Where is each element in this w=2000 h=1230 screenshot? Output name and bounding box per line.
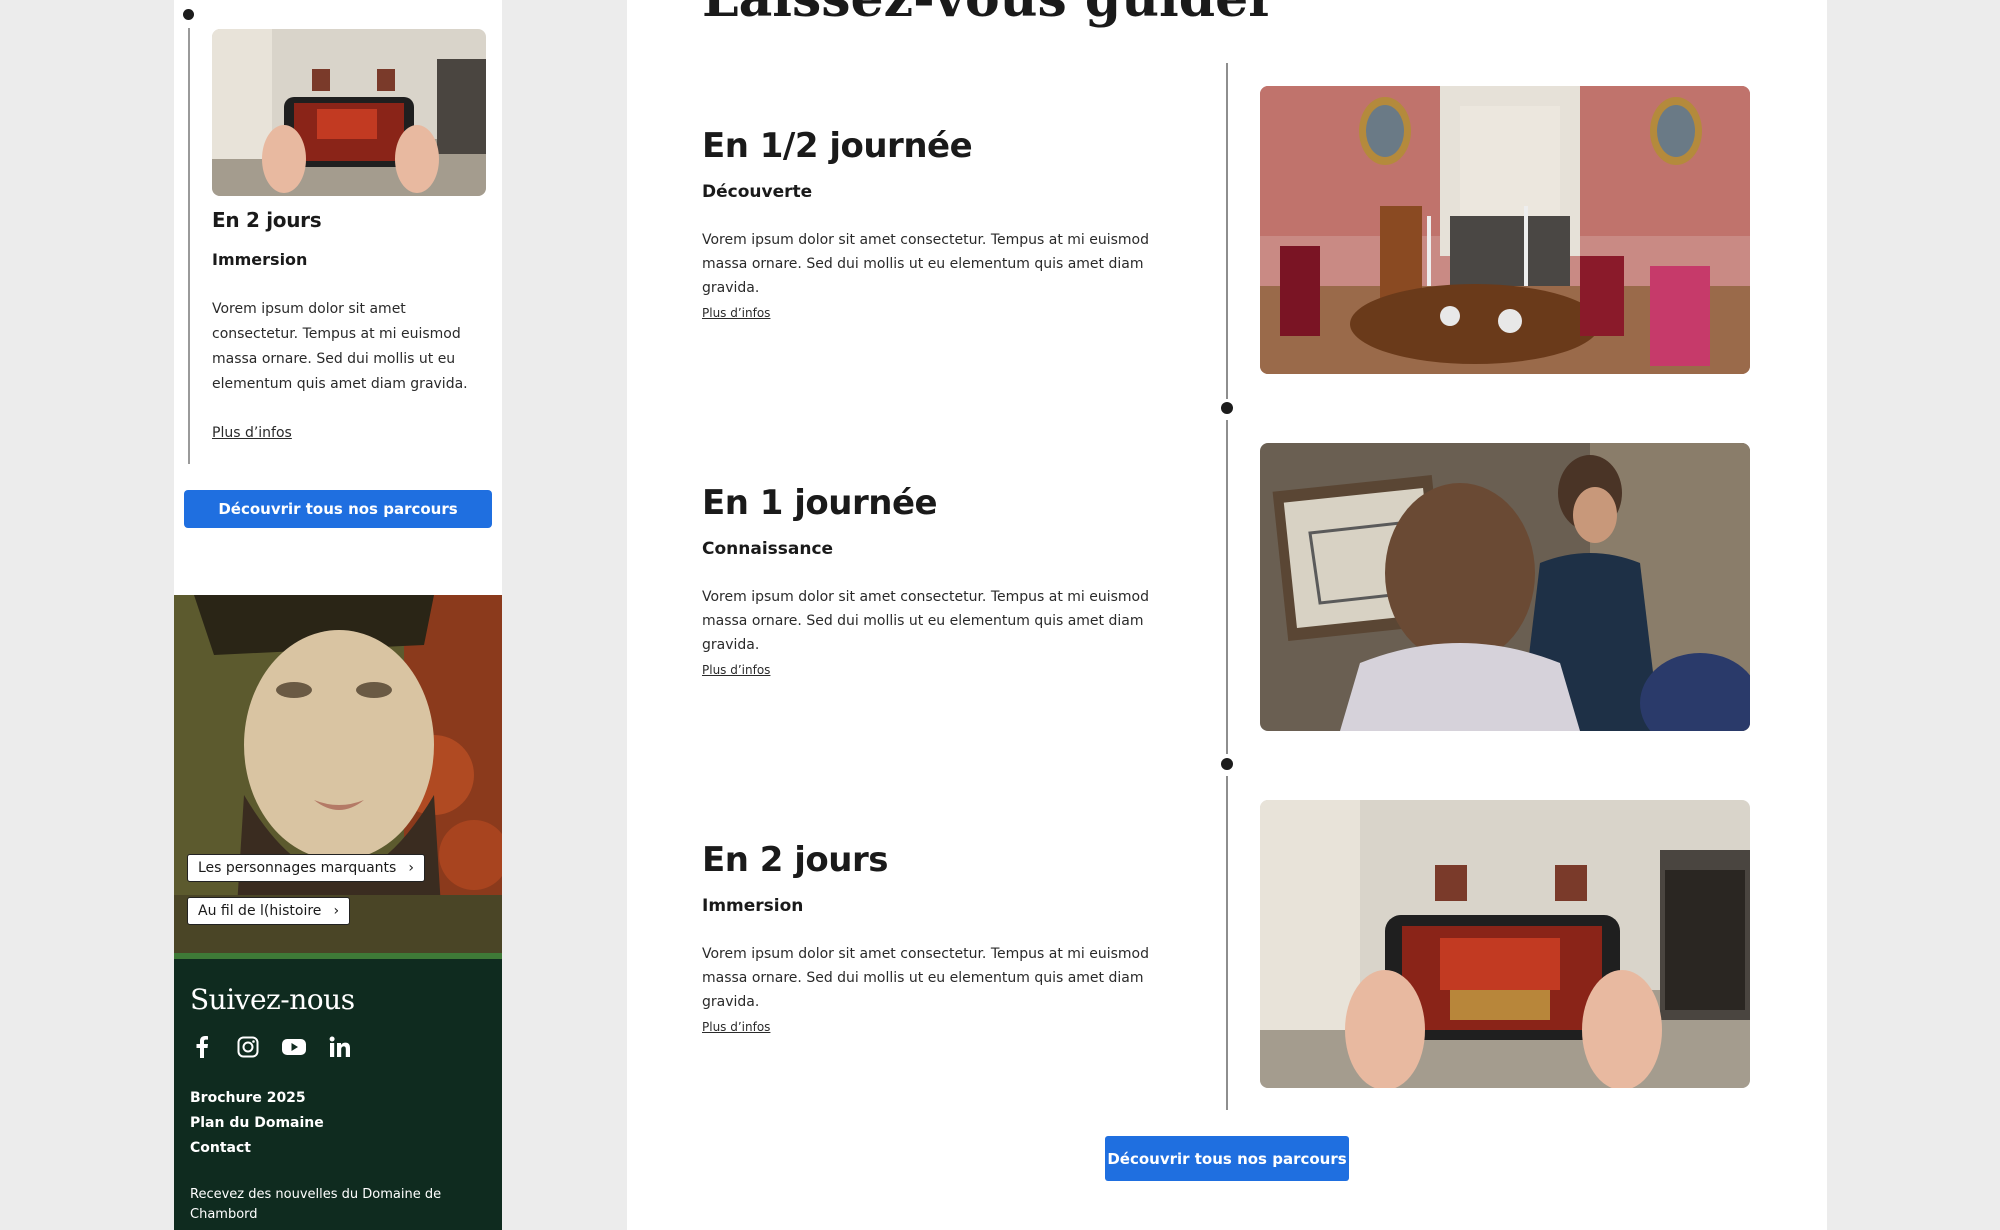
- item-heading: En 1 journée: [702, 483, 938, 523]
- item-text: Vorem ipsum dolor sit amet consectetur. …: [702, 589, 1150, 653]
- mobile-preview: En 2 jours Immersion Vorem ipsum dolor s…: [174, 0, 502, 1230]
- card-photo-tablet: [212, 29, 486, 196]
- footer-link-plan[interactable]: Plan du Domaine: [190, 1111, 324, 1136]
- timeline-line: [1226, 420, 1228, 754]
- page-title: Laissez-vous guider: [702, 0, 1276, 29]
- card-more-link[interactable]: Plus d’infos: [212, 425, 292, 441]
- chevron-right-icon: ›: [333, 903, 340, 919]
- item-text: Vorem ipsum dolor sit amet consectetur. …: [702, 946, 1150, 1010]
- discover-all-button[interactable]: Découvrir tous nos parcours: [1105, 1136, 1349, 1181]
- chip-label: Les personnages marquants: [198, 860, 397, 876]
- item-more-link[interactable]: Plus d’infos: [702, 663, 770, 677]
- main-content: Laissez-vous guider En 1/2 journée Décou…: [627, 0, 1827, 1230]
- chip-label: Au fil de l(histoire: [198, 903, 322, 919]
- chip-histoire[interactable]: Au fil de l(histoire ›: [187, 897, 351, 925]
- card-text: Vorem ipsum dolor sit amet consectetur. …: [212, 301, 468, 392]
- photo-salon: [1260, 86, 1750, 374]
- newsletter-text: Recevez des nouvelles du Domaine de Cham…: [190, 1187, 442, 1222]
- timeline-line: [1226, 63, 1228, 399]
- footer-link-contact[interactable]: Contact: [190, 1136, 324, 1161]
- item-more-link[interactable]: Plus d’infos: [702, 1020, 770, 1034]
- instagram-icon[interactable]: [236, 1035, 260, 1059]
- discover-all-button[interactable]: Découvrir tous nos parcours: [184, 490, 492, 528]
- timeline-line: [188, 28, 190, 464]
- timeline-dot: [1221, 758, 1233, 770]
- chip-personnages[interactable]: Les personnages marquants ›: [187, 854, 425, 882]
- footer-links: Brochure 2025 Plan du Domaine Contact: [190, 1086, 324, 1161]
- portrait-banner: Les personnages marquants › Au fil de l(…: [174, 595, 502, 955]
- item-subtitle: Connaissance: [702, 539, 834, 559]
- footer-link-brochure[interactable]: Brochure 2025: [190, 1086, 324, 1111]
- social-links: [190, 1035, 352, 1059]
- follow-heading: Suivez-nous: [190, 983, 355, 1016]
- item-subtitle: Immersion: [702, 896, 804, 916]
- item-subtitle: Découverte: [702, 182, 813, 202]
- linkedin-icon[interactable]: [328, 1035, 352, 1059]
- facebook-icon[interactable]: [190, 1035, 214, 1059]
- timeline-dot: [183, 9, 194, 20]
- timeline-line: [1226, 776, 1228, 1110]
- card-heading: En 2 jours: [212, 208, 322, 232]
- item-heading: En 1/2 journée: [702, 126, 973, 166]
- item-heading: En 2 jours: [702, 840, 888, 880]
- footer: Suivez-nous Brochure 2025 Plan du Domain…: [174, 959, 502, 1230]
- youtube-icon[interactable]: [282, 1035, 306, 1059]
- chevron-right-icon: ›: [408, 860, 414, 876]
- timeline-dot: [1221, 402, 1233, 414]
- item-text: Vorem ipsum dolor sit amet consectetur. …: [702, 232, 1150, 296]
- card-subtitle: Immersion: [212, 250, 308, 269]
- item-more-link[interactable]: Plus d’infos: [702, 306, 770, 320]
- photo-guide: [1260, 443, 1750, 731]
- photo-tablet: [1260, 800, 1750, 1088]
